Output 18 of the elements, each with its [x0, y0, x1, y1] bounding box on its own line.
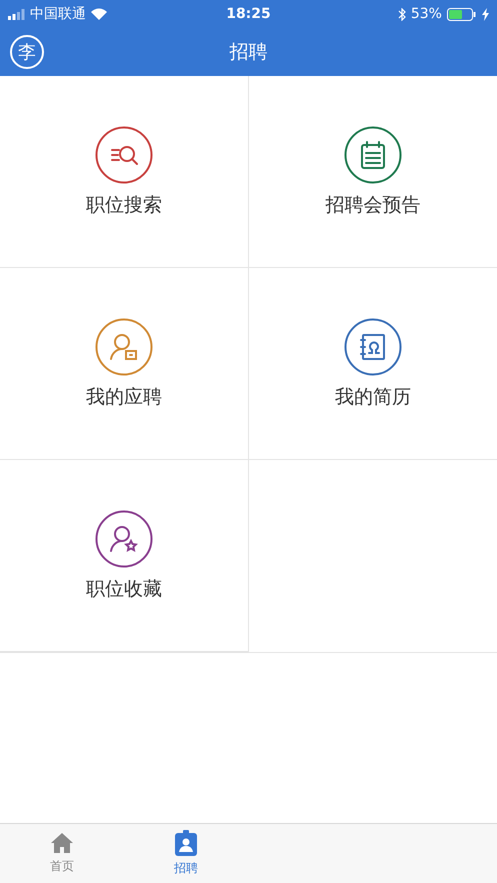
home-icon	[50, 832, 74, 854]
badge-icon	[175, 830, 197, 856]
battery-icon	[446, 8, 477, 20]
battery-percent: 53%	[410, 6, 442, 22]
menu-tile[interactable]: 招聘会预告	[248, 76, 497, 268]
menu-tile[interactable]: 我的应聘	[0, 268, 248, 460]
menu-tile[interactable]: 职位搜索	[0, 76, 248, 268]
menu-tile[interactable]: 我的简历	[248, 268, 497, 460]
wifi-icon	[91, 8, 107, 20]
clock-time: 18:25	[226, 6, 271, 22]
user-avatar[interactable]: 李	[10, 35, 44, 69]
bluetooth-icon	[398, 8, 406, 20]
carrier-name: 中国联通	[30, 5, 86, 23]
tab-item[interactable]: 招聘	[124, 824, 248, 883]
signal-icon	[8, 8, 25, 20]
charging-icon	[482, 8, 489, 20]
page-title: 招聘	[230, 40, 268, 65]
menu-tile[interactable]: 职位收藏	[0, 460, 248, 652]
